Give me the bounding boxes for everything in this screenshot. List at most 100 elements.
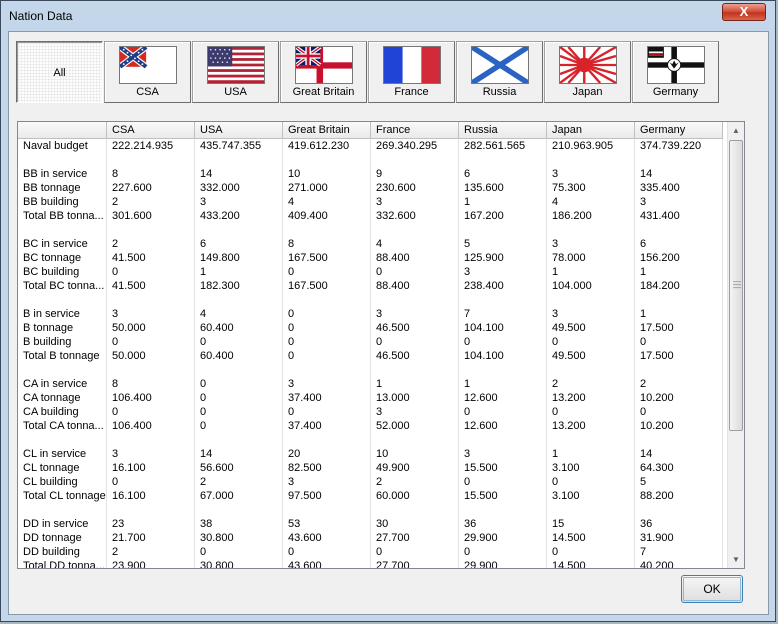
table-row[interactable]: Total BC tonna... 41.500 182.300 167.500 88.…: [18, 279, 728, 293]
table-cell: [635, 363, 723, 377]
window-title: Nation Data: [9, 9, 73, 23]
table-cell: 15: [547, 517, 635, 531]
table-cell: 0: [283, 307, 371, 321]
tab-usa[interactable]: USA: [192, 41, 279, 103]
table-row[interactable]: Naval budget 222.214.935 435.747.355 419.61…: [18, 139, 728, 153]
tab-label: Japan: [572, 86, 603, 98]
table-cell: 4: [371, 237, 459, 251]
row-label: [18, 363, 107, 377]
table-cell: 16.100: [107, 489, 195, 503]
scrollbar-thumb[interactable]: — — —: [729, 140, 743, 431]
table-cell: 374.739.220: [635, 139, 723, 153]
table-cell: 82.500: [283, 461, 371, 475]
column-header-great-britain[interactable]: Great Britain: [283, 122, 371, 139]
table-row[interactable]: [18, 223, 728, 237]
table-cell: 3: [547, 237, 635, 251]
table-row[interactable]: [18, 363, 728, 377]
column-header-japan[interactable]: Japan: [547, 122, 635, 139]
vertical-scrollbar[interactable]: ▲ — — — ▼: [727, 122, 744, 568]
row-label: Total DD tonna...: [18, 559, 107, 568]
table-cell: 97.500: [283, 489, 371, 503]
table-row[interactable]: DD building 2 0 0 0 0 0 7: [18, 545, 728, 559]
table-row[interactable]: B in service 3 4 0 3 7 3 1: [18, 307, 728, 321]
column-header-russia[interactable]: Russia: [459, 122, 547, 139]
table-row[interactable]: B building 0 0 0 0 0 0 0: [18, 335, 728, 349]
table-cell: 1: [635, 307, 723, 321]
table-row[interactable]: BB building 2 3 4 3 1 4 3: [18, 195, 728, 209]
column-header-germany[interactable]: Germany: [635, 122, 723, 139]
table-cell: [635, 503, 723, 517]
table-cell: 52.000: [371, 419, 459, 433]
row-label: CA building: [18, 405, 107, 419]
table-row[interactable]: CL in service 3 14 20 10 3 1 14: [18, 447, 728, 461]
table-cell: 0: [195, 405, 283, 419]
table-row[interactable]: Total DD tonna... 23.900 30.800 43.600 27.70…: [18, 559, 728, 568]
row-label: Total BC tonna...: [18, 279, 107, 293]
row-label: Naval budget: [18, 139, 107, 153]
tab-great-britain[interactable]: Great Britain: [280, 41, 367, 103]
table-cell: 29.900: [459, 531, 547, 545]
table-row[interactable]: [18, 153, 728, 167]
ok-button[interactable]: OK: [681, 575, 743, 603]
column-header-usa[interactable]: USA: [195, 122, 283, 139]
tab-csa[interactable]: CSA: [104, 41, 191, 103]
table-cell: [283, 433, 371, 447]
table-cell: [459, 293, 547, 307]
table-cell: 13.200: [547, 419, 635, 433]
row-label: [18, 293, 107, 307]
column-header[interactable]: [18, 122, 107, 139]
table-row[interactable]: [18, 503, 728, 517]
table-row[interactable]: CL building 0 2 3 2 0 0 5: [18, 475, 728, 489]
great-britain-flag-icon: [295, 46, 353, 84]
table-cell: 53: [283, 517, 371, 531]
table-row[interactable]: Total B tonnage 50.000 60.400 0 46.500 104.10…: [18, 349, 728, 363]
table-row[interactable]: DD tonnage 21.700 30.800 43.600 27.700 29.900…: [18, 531, 728, 545]
table-row[interactable]: CL tonnage 16.100 56.600 82.500 49.900 15.500…: [18, 461, 728, 475]
table-row[interactable]: BB tonnage 227.600 332.000 271.000 230.600 13…: [18, 181, 728, 195]
table-row[interactable]: CA tonnage 106.400 0 37.400 13.000 12.600 13.2…: [18, 391, 728, 405]
table-row[interactable]: Total BB tonna... 301.600 433.200 409.400 33…: [18, 209, 728, 223]
tab-label: CSA: [136, 86, 159, 98]
table-cell: 227.600: [107, 181, 195, 195]
tab-japan[interactable]: Japan: [544, 41, 631, 103]
table-row[interactable]: [18, 293, 728, 307]
table-row[interactable]: CA building 0 0 0 3 0 0 0: [18, 405, 728, 419]
table-cell: [195, 223, 283, 237]
close-button[interactable]: X: [722, 3, 766, 21]
table-cell: 6: [635, 237, 723, 251]
table-row[interactable]: Total CA tonna... 106.400 0 37.400 52.000 12.…: [18, 419, 728, 433]
table-row[interactable]: DD in service 23 38 53 30 36 15 36: [18, 517, 728, 531]
table-cell: [283, 503, 371, 517]
table-row[interactable]: Total CL tonnage 16.100 67.000 97.500 60.000…: [18, 489, 728, 503]
table-cell: 60.000: [371, 489, 459, 503]
table-cell: 2: [107, 195, 195, 209]
table-cell: 104.100: [459, 321, 547, 335]
tab-france[interactable]: France: [368, 41, 455, 103]
table-cell: 3: [371, 195, 459, 209]
table-cell: 30.800: [195, 531, 283, 545]
tab-all[interactable]: All: [16, 41, 103, 103]
tab-germany[interactable]: Germany: [632, 41, 719, 103]
scroll-up-arrow-icon[interactable]: ▲: [728, 122, 744, 139]
table-row[interactable]: CA in service 8 0 3 1 1 2 2: [18, 377, 728, 391]
table-row[interactable]: BC tonnage 41.500 149.800 167.500 88.400 125.…: [18, 251, 728, 265]
row-label: CA tonnage: [18, 391, 107, 405]
tab-russia[interactable]: Russia: [456, 41, 543, 103]
table-cell: 335.400: [635, 181, 723, 195]
table-cell: 222.214.935: [107, 139, 195, 153]
title-bar[interactable]: Nation Data X: [1, 1, 775, 31]
table-cell: 167.500: [283, 251, 371, 265]
germany-flag-icon: [647, 46, 705, 84]
table-row[interactable]: B tonnage 50.000 60.400 0 46.500 104.100 49.50…: [18, 321, 728, 335]
table-row[interactable]: BC in service 2 6 8 4 5 3 6: [18, 237, 728, 251]
table-row[interactable]: [18, 433, 728, 447]
column-header-france[interactable]: France: [371, 122, 459, 139]
column-header-csa[interactable]: CSA: [107, 122, 195, 139]
table-cell: 230.600: [371, 181, 459, 195]
table-cell: 10.200: [635, 391, 723, 405]
scroll-down-arrow-icon[interactable]: ▼: [728, 551, 744, 568]
table-row[interactable]: BB in service 8 14 10 9 6 3 14: [18, 167, 728, 181]
table-cell: 0: [547, 335, 635, 349]
table-cell: 40.200: [635, 559, 723, 568]
table-row[interactable]: BC building 0 1 0 0 3 1 1: [18, 265, 728, 279]
